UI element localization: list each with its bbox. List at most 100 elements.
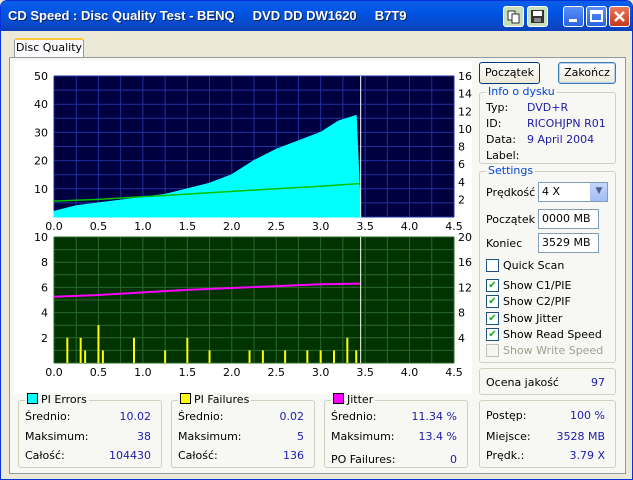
pif-jitter-graph-y-tick: 4	[41, 307, 48, 320]
start-button[interactable]: Początek	[479, 62, 540, 84]
pi-failures-swatch	[180, 393, 191, 404]
pif-jitter-graph-y-tick: 8	[41, 256, 48, 269]
pi-errors-total-label: Całość:	[25, 449, 65, 462]
quick-scan-checkbox[interactable]	[486, 259, 499, 272]
pif-jitter-graph-x-tick: 0.0	[45, 366, 63, 379]
position-value: 3528 MB	[556, 430, 605, 443]
pif-jitter-graph-x-tick: 1.5	[179, 366, 197, 379]
pif-jitter-graph-y2-tick: 4	[458, 332, 465, 345]
pi-errors-avg-label: Średnio:	[25, 410, 71, 423]
pi-errors-group: PI Errors Średnio: 10.02 Maksimum: 38 Ca…	[18, 393, 162, 468]
window-title: CD Speed : Disc Quality Test - BENQ DVD …	[8, 8, 407, 23]
pi-failures-legend: PI Failures	[178, 393, 252, 406]
disc-type: DVD+R	[527, 101, 569, 114]
po-failures-value: 0	[450, 453, 457, 466]
pi-failures-max: 5	[297, 430, 304, 443]
progress-group: Postęp: 100 % Miejsce: 3528 MB Prędk.: 3…	[479, 400, 616, 468]
minimize-icon[interactable]	[563, 6, 584, 27]
disc-date: 9 April 2004	[527, 133, 595, 146]
pi-failures-max-label: Maksimum:	[178, 430, 242, 443]
pif-jitter-graph-y-tick: 10	[34, 231, 48, 244]
pif-jitter-graph-x-tick: 2.5	[267, 366, 285, 379]
pif-jitter-graph-y-tick: 6	[41, 281, 48, 294]
disc-id: RICOHJPN R01	[527, 117, 606, 130]
end-field[interactable]: 3529 MB	[538, 233, 599, 253]
pif-jitter-graph-y2-tick: 20	[458, 231, 472, 244]
pif-jitter-graph-x-tick: 0.5	[90, 366, 108, 379]
pif-jitter-graph-x-tick: 1.0	[134, 366, 152, 379]
speed-select[interactable]: 4 X ▼	[538, 182, 608, 202]
quality-score-label: Ocena jakość	[486, 376, 559, 389]
quick-scan-label: Quick Scan	[503, 259, 565, 272]
pi-failures-total: 136	[283, 449, 304, 462]
pif-jitter-graph-x-tick: 4.0	[401, 366, 419, 379]
show-c1pie-label: Show C1/PIE	[503, 279, 572, 292]
pi-failures-group: PI Failures Średnio: 0.02 Maksimum: 5 Ca…	[171, 393, 315, 468]
pie-graph-y-tick: 20	[34, 155, 48, 168]
pie-graph-x-tick: 1.0	[134, 220, 152, 233]
speed-label: Prędkość	[486, 186, 536, 199]
show-c1pie-checkbox[interactable]: ✔	[486, 279, 499, 292]
show-read-speed-label: Show Read Speed	[503, 328, 602, 341]
pie-graph-y-tick: 30	[34, 126, 48, 139]
settings-group: Settings Prędkość 4 X ▼ Początek 0000 MB…	[479, 164, 616, 363]
pi-errors-avg: 10.02	[119, 410, 152, 423]
jitter-avg: 11.34 %	[411, 410, 457, 423]
po-failures-label: PO Failures:	[331, 453, 396, 466]
speed-value: 4 X	[542, 185, 561, 198]
jitter-legend-text: Jitter	[347, 393, 374, 406]
pie-graph-x-tick: 2.5	[267, 220, 285, 233]
pi-errors-max-label: Maksimum:	[25, 430, 89, 443]
progress-value: 100 %	[570, 409, 605, 422]
main-window: CD Speed : Disc Quality Test - BENQ DVD …	[0, 0, 633, 480]
stop-button[interactable]: Zakończ	[558, 62, 616, 84]
pie-graph-y-tick: 50	[34, 70, 48, 83]
copy-icon[interactable]	[503, 6, 524, 27]
quality-score-group: Ocena jakość 97	[479, 368, 616, 395]
pie-graph-x-tick: 0.5	[90, 220, 108, 233]
pif-jitter-graph-y2-tick: 12	[458, 281, 472, 294]
pi-failures-total-label: Całość:	[178, 449, 218, 462]
pie-graph-y2-tick: 12	[458, 105, 472, 118]
pie-graph-y2-tick: 14	[458, 88, 472, 101]
position-label: Miejsce:	[486, 430, 531, 443]
show-write-speed-label: Show Write Speed	[503, 344, 604, 357]
pi-failures-avg: 0.02	[279, 410, 305, 423]
start-field[interactable]: 0000 MB	[538, 209, 599, 229]
show-read-speed-checkbox[interactable]: ✔	[486, 328, 499, 341]
graph-area: 50 40 30 20 10 16 14 12 10 8 6 4 2 0.0 0.5 1.0 1.5 2.0 2.5…	[14, 61, 472, 394]
jitter-max: 13.4 %	[418, 430, 457, 443]
pif-jitter-graph-x-tick: 3.5	[356, 366, 374, 379]
show-c2pif-label: Show C2/PIF	[503, 295, 571, 308]
pie-graph-x-tick: 4.0	[401, 220, 419, 233]
disc-info-legend: Info o dysku	[486, 85, 557, 98]
tab-disc-quality[interactable]: Disc Quality	[14, 38, 84, 58]
type-label: Typ:	[486, 101, 509, 114]
pi-failures-legend-text: PI Failures	[194, 393, 250, 406]
title-bar[interactable]: CD Speed : Disc Quality Test - BENQ DVD …	[1, 1, 632, 31]
pie-graph-x-tick: 3.5	[356, 220, 374, 233]
progress-label: Postęp:	[486, 409, 527, 422]
maximize-icon[interactable]	[586, 6, 607, 27]
jitter-group: Jitter Średnio: 11.34 % Maksimum: 13.4 %…	[324, 393, 468, 468]
show-write-speed-checkbox	[486, 344, 499, 357]
pie-graph-x-tick: 3.0	[312, 220, 330, 233]
show-c2pif-checkbox[interactable]: ✔	[486, 295, 499, 308]
start-label: Początek	[486, 213, 535, 226]
end-label: Koniec	[486, 237, 523, 250]
jitter-avg-label: Średnio:	[331, 410, 377, 423]
pif-jitter-graph-x-tick: 3.0	[312, 366, 330, 379]
show-jitter-checkbox[interactable]: ✔	[486, 312, 499, 325]
chevron-down-icon[interactable]: ▼	[590, 183, 607, 201]
pi-errors-legend-text: PI Errors	[41, 393, 87, 406]
close-icon[interactable]	[609, 6, 630, 27]
pie-graph-y-tick: 40	[34, 98, 48, 111]
pi-errors-max: 38	[137, 430, 151, 443]
id-label: ID:	[486, 117, 502, 130]
pi-errors-swatch	[27, 393, 38, 404]
quality-score-value: 97	[591, 376, 605, 389]
jitter-swatch	[333, 393, 344, 404]
save-icon[interactable]	[527, 6, 548, 27]
jitter-max-label: Maksimum:	[331, 430, 395, 443]
pif-jitter-graph-y2-tick: 16	[458, 256, 472, 269]
